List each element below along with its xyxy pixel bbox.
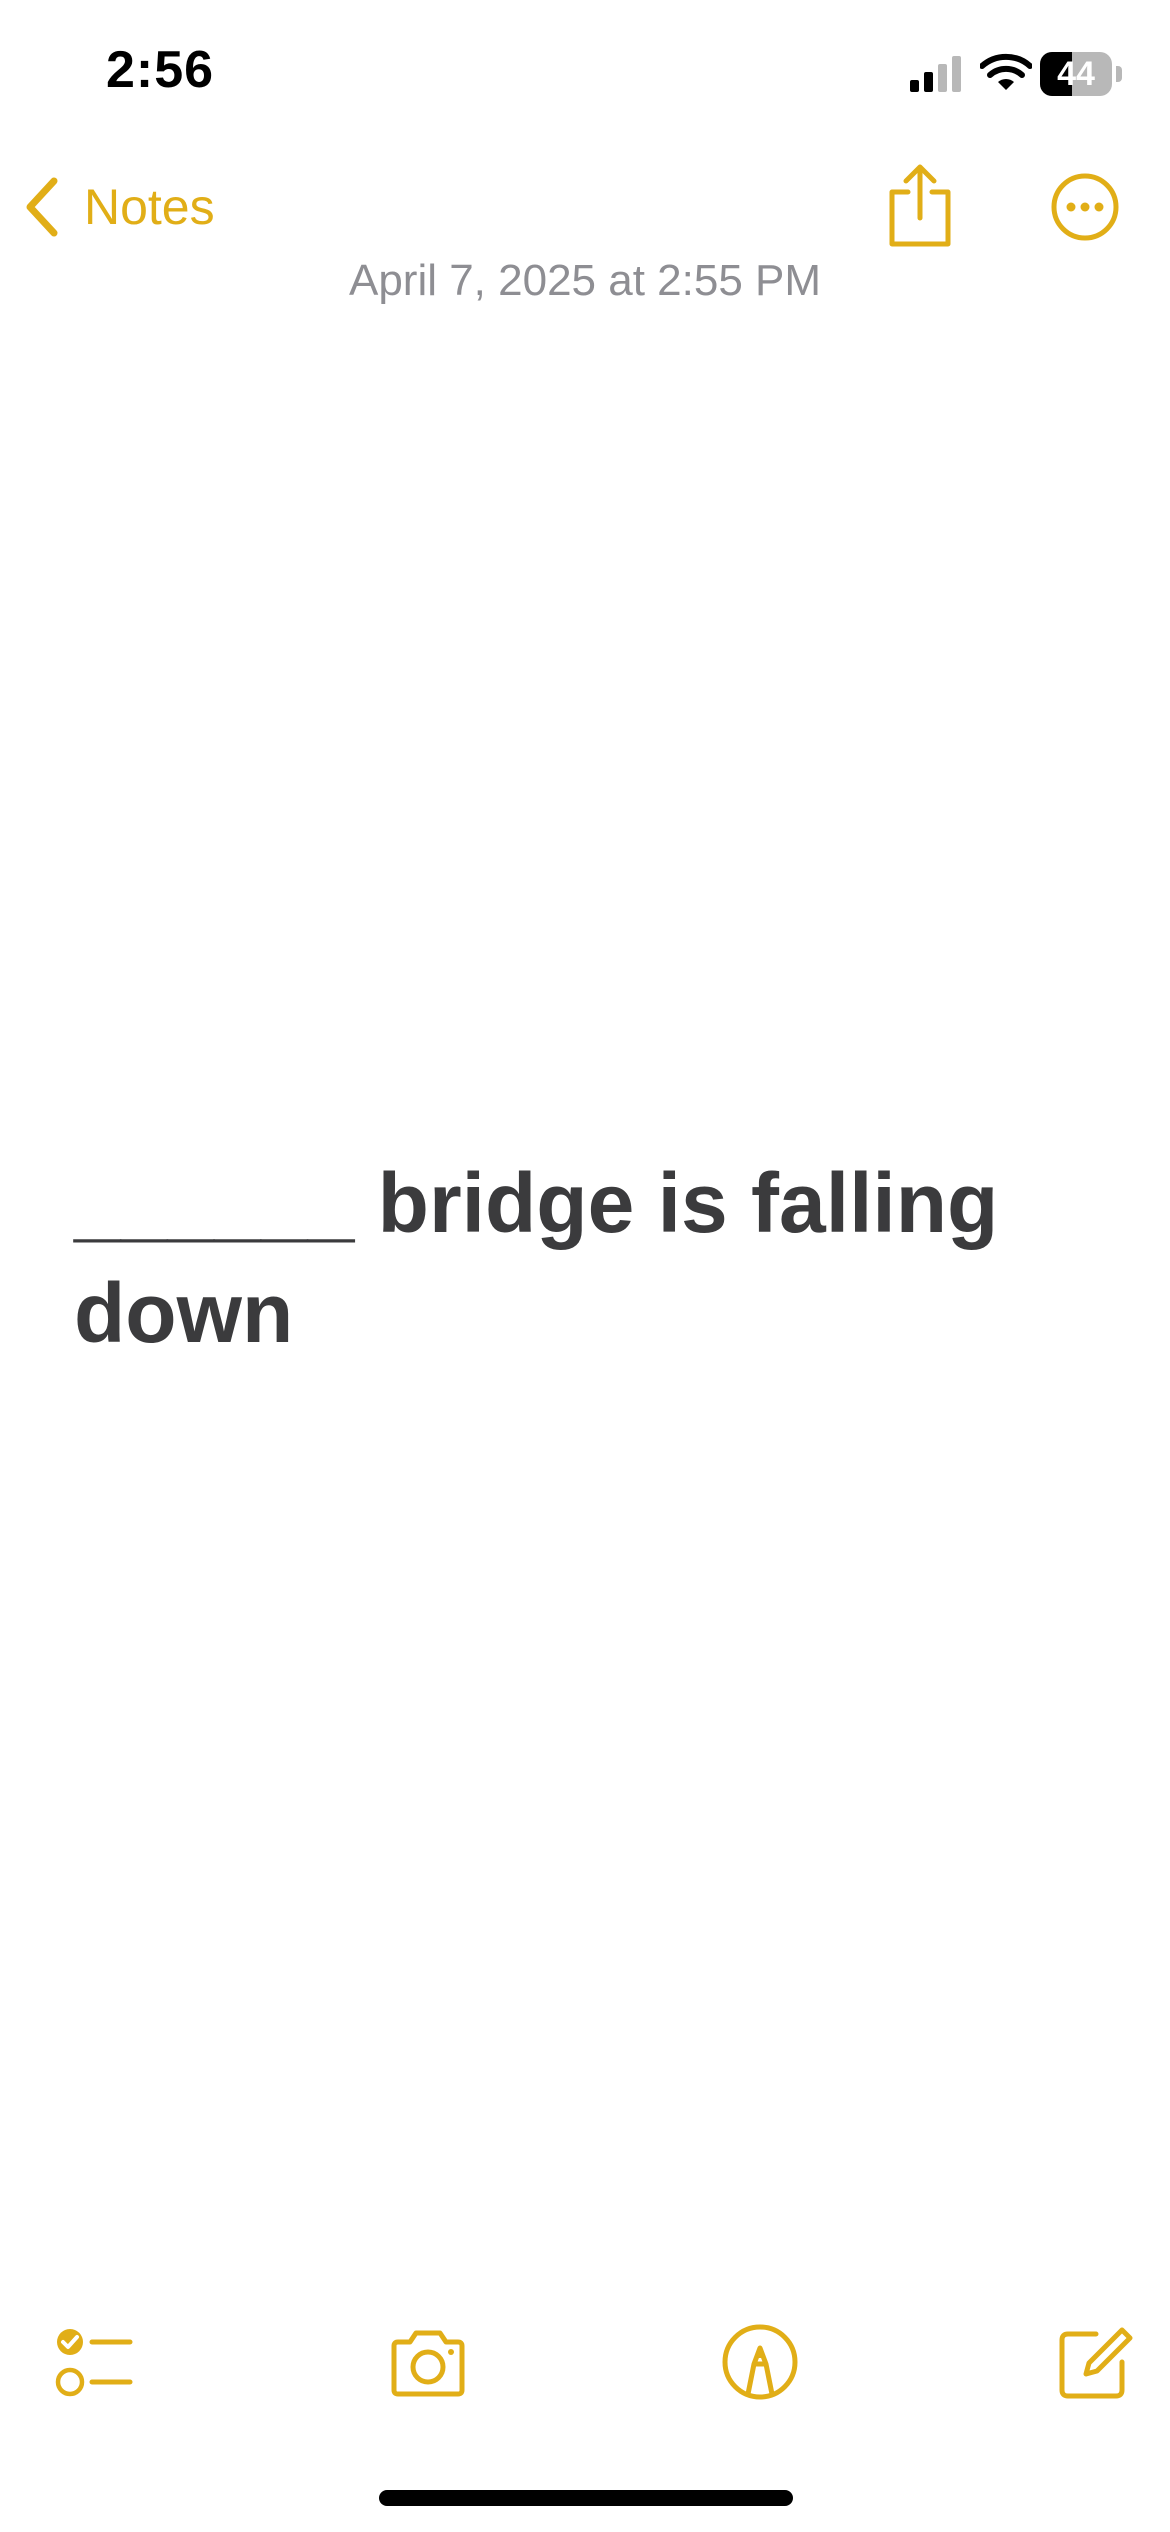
- battery-indicator: 44: [1040, 52, 1124, 96]
- notes-screen: 2:56 44 Notes April 7, 2025 at 2:55 PM _…: [0, 0, 1170, 2532]
- wifi-icon: [980, 53, 1032, 90]
- cellular-signal-icon: [910, 56, 961, 92]
- status-time: 2:56: [106, 41, 215, 99]
- checklist-icon[interactable]: [52, 2320, 136, 2404]
- compose-icon[interactable]: [1052, 2320, 1136, 2404]
- back-to-notes-button[interactable]: Notes: [22, 172, 215, 242]
- note-body-text[interactable]: ______ bridge is falling down: [74, 1148, 1094, 1368]
- home-indicator[interactable]: [379, 2490, 793, 2506]
- ellipsis-circle-icon[interactable]: [1050, 172, 1120, 242]
- battery-body: 44: [1040, 52, 1112, 96]
- markup-pen-icon[interactable]: [718, 2320, 802, 2404]
- camera-icon[interactable]: [386, 2320, 470, 2404]
- back-label: Notes: [84, 179, 215, 235]
- status-bar: 2:56 44: [0, 0, 1170, 140]
- chevron-left-icon: [26, 177, 58, 237]
- note-date: April 7, 2025 at 2:55 PM: [348, 256, 822, 305]
- battery-cap: [1116, 66, 1122, 82]
- battery-percent: 44: [1057, 55, 1095, 93]
- share-icon[interactable]: [884, 162, 956, 250]
